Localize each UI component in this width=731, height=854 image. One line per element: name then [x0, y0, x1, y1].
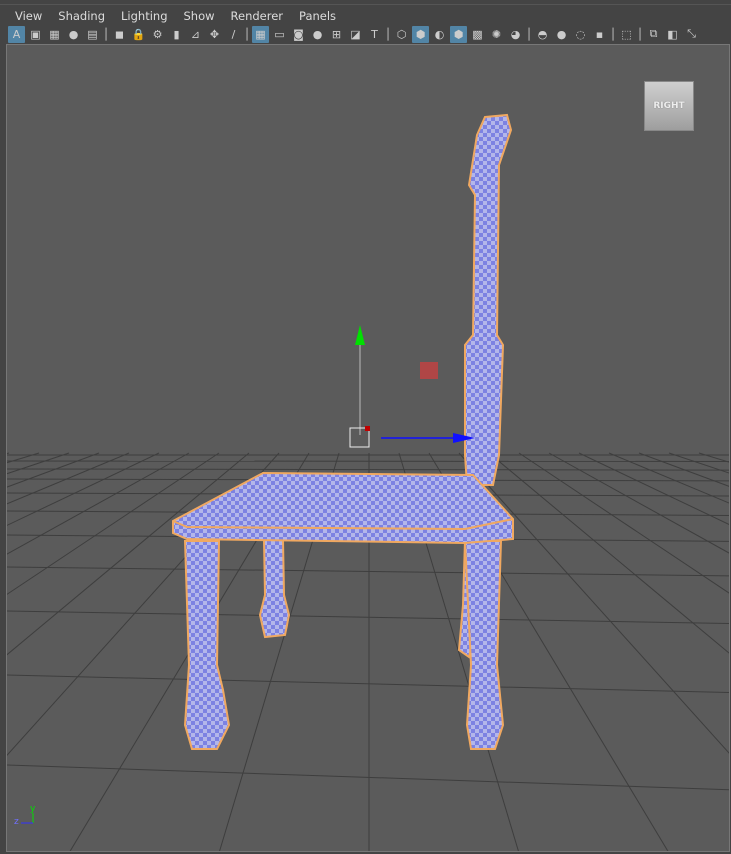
grid-line [7, 452, 130, 505]
toolbar-separator: ┃ [243, 27, 251, 41]
chair-leg-front-left [183, 540, 231, 750]
brush-icon[interactable]: / [225, 26, 242, 43]
chair-mesh[interactable] [172, 113, 514, 750]
2d-pan-icon[interactable]: ✥ [206, 26, 223, 43]
x-plane-handle[interactable] [420, 362, 438, 379]
bookmark-frame-icon[interactable]: ▦ [46, 26, 63, 43]
lights-icon[interactable]: ✺ [488, 26, 505, 43]
grease-pencil-icon[interactable]: ⊿ [187, 26, 204, 43]
grid-line [578, 452, 729, 525]
menu-renderer[interactable]: Renderer [231, 9, 284, 23]
toolbar-separator: ┃ [609, 27, 617, 41]
anti-alias-icon[interactable]: ◌ [572, 26, 589, 43]
grid-line [518, 452, 729, 594]
motion-blur-icon[interactable]: ● [553, 26, 570, 43]
y-axis-arrow[interactable] [355, 325, 365, 345]
textured-icon[interactable]: ▩ [469, 26, 486, 43]
grid-line [7, 452, 10, 455]
toolbar-separator: ┃ [525, 27, 533, 41]
menu-bar: View Shading Lighting Show Renderer Panels [0, 4, 731, 26]
menu-show[interactable]: Show [184, 9, 215, 23]
viewport-toolbar: A ▣ ▦ ● ▤ ┃ ◼ 🔒 ⚙ ▮ ⊿ ✥ / ┃ ▦ ▭ ◙ ● ⊞ ◪ T ┃ ⬡ ⬢ ◐ ⬢ ▩ ✺ ◕ ┃ ◓ ● ◌ ▪ ┃ ⬚ ┃ ⧉ ◧ ⤡ [8, 24, 730, 44]
lock-camera-icon[interactable]: 🔒 [130, 26, 147, 43]
2d-pan-zoom-icon[interactable]: ▤ [84, 26, 101, 43]
xray-icon[interactable]: ⧉ [645, 26, 662, 43]
ambient-occlusion-icon[interactable]: ◓ [534, 26, 551, 43]
chair-backrest [464, 113, 513, 486]
safe-title-icon[interactable]: T [366, 26, 383, 43]
isolate-select-icon[interactable]: ⬚ [618, 26, 635, 43]
move-manipulator[interactable] [349, 325, 475, 448]
grid-line [548, 452, 729, 554]
select-camera-icon[interactable]: A [8, 25, 25, 43]
grid-line [7, 452, 70, 475]
axis-z-label: z [14, 817, 19, 827]
grid-icon[interactable]: ▦ [252, 25, 269, 43]
camera-attributes-icon[interactable]: ▣ [27, 26, 44, 43]
scene: y z [7, 113, 729, 851]
grid-line [608, 452, 729, 504]
menu-shading[interactable]: Shading [58, 9, 105, 23]
menu-panels[interactable]: Panels [299, 9, 336, 23]
default-material-icon[interactable]: ◐ [431, 26, 448, 43]
wireframe-icon[interactable]: ⬡ [393, 26, 410, 43]
menu-view[interactable]: View [15, 9, 42, 23]
chair-leg-back-left [258, 539, 291, 639]
3d-viewport[interactable]: y z RIGHT [6, 44, 730, 852]
film-gate-icon[interactable]: ▭ [271, 26, 288, 43]
chair-seat [172, 471, 514, 545]
safe-action-icon[interactable]: ◪ [347, 26, 364, 43]
camera-icon[interactable]: ◼ [111, 26, 128, 43]
view-cube-label: RIGHT [653, 101, 685, 111]
axis-y-label: y [30, 804, 36, 814]
xray-components-icon[interactable]: ⤡ [683, 26, 700, 43]
image-plane-icon[interactable]: ● [65, 26, 82, 43]
view-cube[interactable]: RIGHT [644, 81, 694, 131]
wireframe-on-shaded-icon[interactable]: ⬢ [450, 25, 467, 43]
xray-joints-icon[interactable]: ◧ [664, 26, 681, 43]
menu-lighting[interactable]: Lighting [121, 9, 167, 23]
smooth-shade-icon[interactable]: ⬢ [412, 25, 429, 43]
grid-line [7, 452, 100, 488]
chair-leg-front-right [463, 540, 505, 750]
axis-indicator: y z [14, 804, 36, 827]
toolbar-separator: ┃ [102, 27, 110, 41]
shadows-icon[interactable]: ◕ [507, 26, 524, 43]
grid-line [7, 452, 160, 526]
grid-line [728, 453, 729, 454]
resolution-gate-icon[interactable]: ◙ [290, 26, 307, 43]
grid-line [668, 452, 729, 474]
bookmark-icon[interactable]: ▮ [168, 26, 185, 43]
gate-mask-icon[interactable]: ● [309, 26, 326, 43]
grid-line [638, 452, 729, 487]
depth-of-field-icon[interactable]: ▪ [591, 26, 608, 43]
toolbar-separator: ┃ [636, 27, 644, 41]
field-chart-icon[interactable]: ⊞ [328, 26, 345, 43]
toolbar-separator: ┃ [384, 27, 392, 41]
camera-settings-icon[interactable]: ⚙ [149, 26, 166, 43]
